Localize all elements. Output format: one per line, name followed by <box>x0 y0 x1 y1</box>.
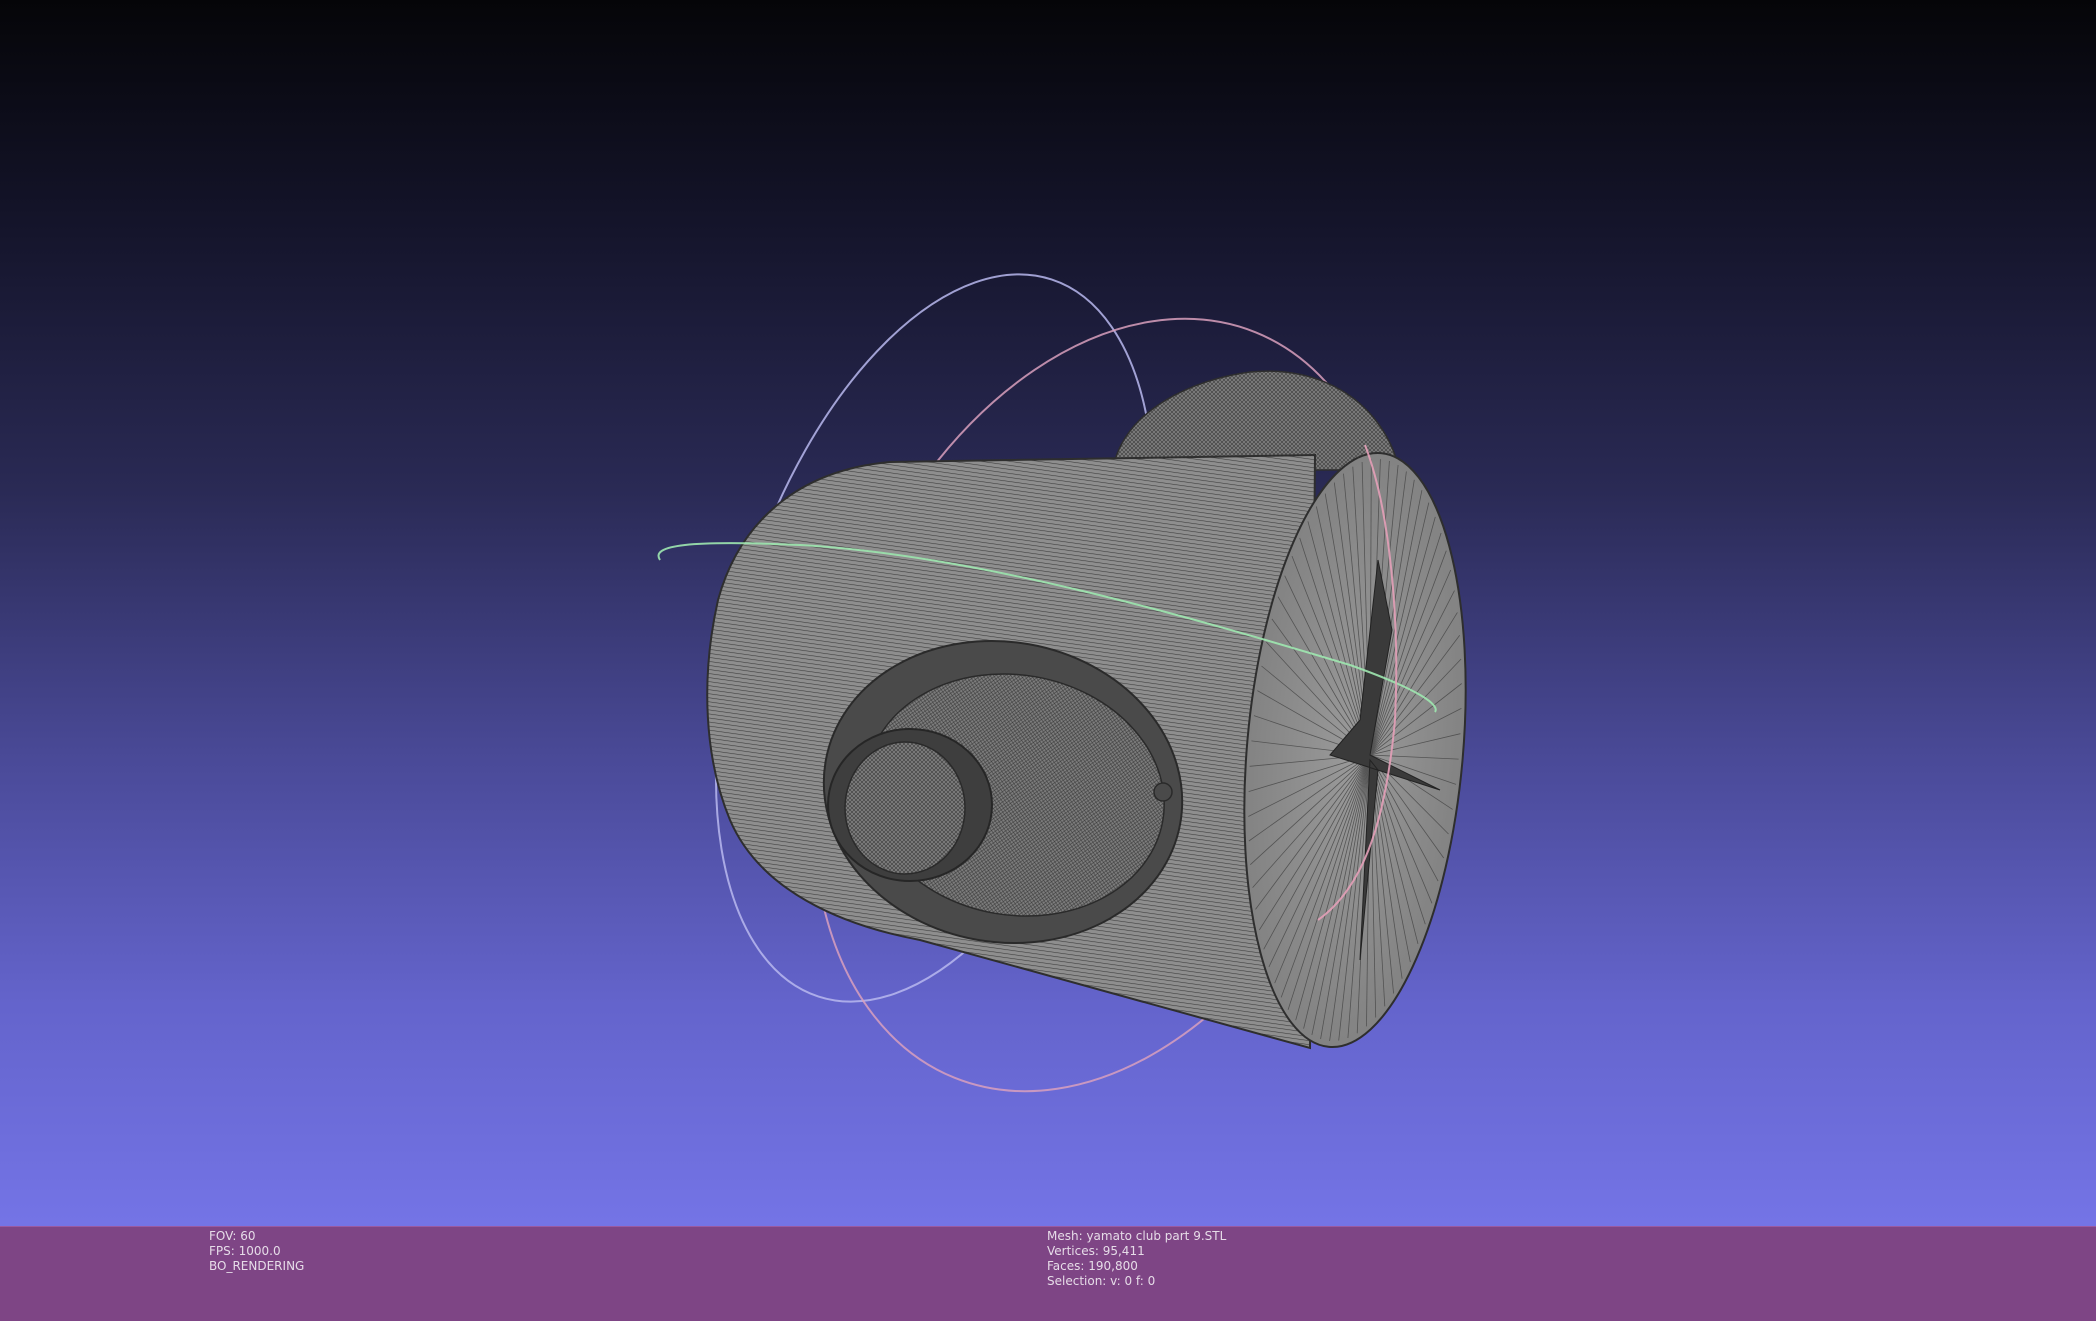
mesh-nozzle-face <box>844 741 966 875</box>
vertices-readout: Vertices: 95,411 <box>1047 1244 1145 1258</box>
selection-readout: Selection: v: 0 f: 0 <box>1047 1274 1156 1288</box>
mesh-name-readout: Mesh: yamato club part 9.STL <box>1047 1229 1227 1243</box>
mesh-info-panel: Mesh: yamato club part 9.STL Vertices: 9… <box>1047 1229 1226 1289</box>
render-mode-readout: BO_RENDERING <box>209 1259 305 1273</box>
render-info-panel: FOV: 60 FPS: 1000.0 BO_RENDERING <box>209 1229 304 1274</box>
3d-viewport[interactable] <box>0 0 2096 1226</box>
mesh-small-port <box>1153 782 1173 802</box>
fov-readout: FOV: 60 <box>209 1229 256 1243</box>
fps-readout: FPS: 1000.0 <box>209 1244 281 1258</box>
mesh-scene[interactable] <box>0 0 2096 1226</box>
info-status-bar: FOV: 60 FPS: 1000.0 BO_RENDERING Mesh: y… <box>0 1226 2096 1321</box>
faces-readout: Faces: 190,800 <box>1047 1259 1138 1273</box>
